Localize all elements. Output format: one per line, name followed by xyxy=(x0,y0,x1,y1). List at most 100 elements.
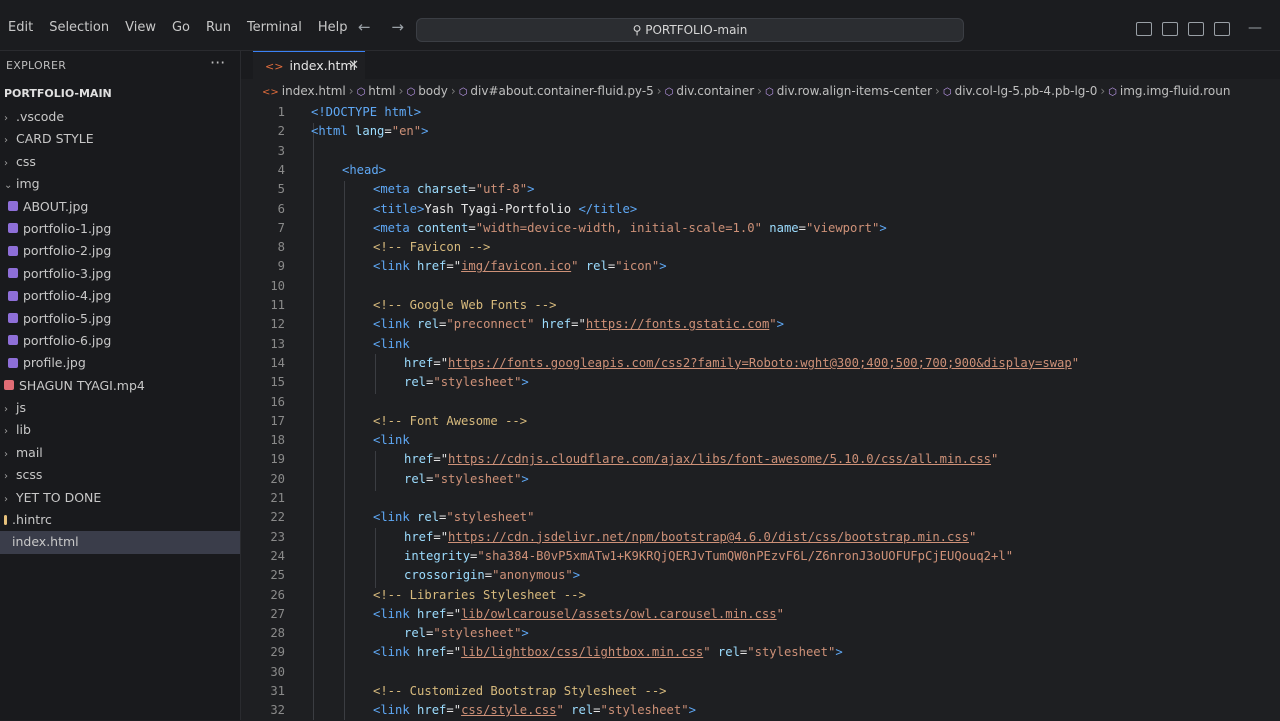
element-icon: ⬡ xyxy=(458,87,468,98)
code-text: <!-- Font Awesome --> xyxy=(373,412,527,431)
token-val: "stylesheet" xyxy=(433,626,522,641)
token-val: "icon" xyxy=(615,259,660,274)
token-tag: <link xyxy=(373,259,418,274)
tree-item[interactable]: portfolio-4.jpg xyxy=(0,285,240,307)
token-plain: = xyxy=(484,568,493,583)
tree-item-label: YET TO DONE xyxy=(16,489,102,505)
code-text: <!DOCTYPE html> xyxy=(311,103,421,122)
breadcrumb-item[interactable]: div.col-lg-5.pb-4.pb-lg-0 xyxy=(955,84,1098,98)
tree-item[interactable]: › js xyxy=(0,397,240,419)
breadcrumb-item[interactable]: div.row.align-items-center xyxy=(777,84,932,98)
customize-layout-icon[interactable] xyxy=(1214,22,1230,36)
code-text: <meta charset="utf-8"> xyxy=(373,180,534,199)
tree-item-label: portfolio-3.jpg xyxy=(23,265,112,281)
breadcrumb-item[interactable]: div#about.container-fluid.py-5 xyxy=(470,84,653,98)
token-url: https://cdnjs.cloudflare.com/ajax/libs/f… xyxy=(448,452,992,467)
tree-item[interactable]: .hintrc xyxy=(0,509,240,531)
line-number: 16 xyxy=(270,394,285,409)
forward-arrow-icon[interactable]: → xyxy=(391,18,404,36)
element-icon: ⬡ xyxy=(942,87,952,98)
tree-item[interactable]: › lib xyxy=(0,419,240,441)
breadcrumb-item[interactable]: index.html xyxy=(282,84,346,98)
line-number: 18 xyxy=(270,433,285,448)
more-actions-icon[interactable]: ··· xyxy=(210,53,225,72)
toggle-secondary-sidebar-icon[interactable] xyxy=(1188,22,1204,36)
token-tag: > xyxy=(659,259,667,274)
code-text: <title>Yash Tyagi-Portfolio </title> xyxy=(373,200,637,219)
token-attr: href xyxy=(404,355,434,370)
menu-help[interactable]: Help xyxy=(310,20,356,35)
menu-edit[interactable]: Edit xyxy=(0,20,41,35)
tree-item[interactable]: index.html xyxy=(0,531,240,554)
toggle-panel-icon[interactable] xyxy=(1162,22,1178,36)
line-number: 15 xyxy=(270,375,285,390)
tree-item[interactable]: › scss xyxy=(0,464,240,486)
menu-run[interactable]: Run xyxy=(198,20,239,35)
menu-selection[interactable]: Selection xyxy=(41,20,117,35)
tab-label: index.html xyxy=(289,58,357,73)
chevron-down-icon: ⌄ xyxy=(4,180,13,192)
tree-item[interactable]: › css xyxy=(0,151,240,173)
tree-item[interactable]: portfolio-3.jpg xyxy=(0,263,240,285)
chevron-right-icon: › xyxy=(4,113,8,124)
tree-item[interactable]: ⌄ img xyxy=(0,173,240,195)
tree-item-label: ABOUT.jpg xyxy=(23,198,89,214)
tree-item[interactable]: profile.jpg xyxy=(0,352,240,374)
back-arrow-icon[interactable]: ← xyxy=(358,18,371,36)
tree-item[interactable]: portfolio-5.jpg xyxy=(0,308,240,330)
token-attr: rel xyxy=(585,259,608,274)
token-attr: rel xyxy=(404,471,427,486)
workspace-root[interactable]: PORTFOLIO-MAIN xyxy=(4,87,112,100)
line-number: 24 xyxy=(270,548,285,563)
token-plain: =" xyxy=(446,645,462,660)
tab-index-html[interactable]: <> index.html ✕ xyxy=(253,51,365,80)
code-text: <!-- Google Web Fonts --> xyxy=(373,296,556,315)
breadcrumb-item[interactable]: div.container xyxy=(676,84,754,98)
token-val: "sha384-B0vP5xmATw1+K9KRQjQERJvTumQW0nPE… xyxy=(477,548,1014,563)
token-val: "anonymous" xyxy=(492,568,573,583)
tree-item-label: .vscode xyxy=(16,109,65,124)
line-number: 30 xyxy=(270,664,285,679)
tree-item[interactable]: SHAGUN TYAGI.mp4 xyxy=(0,375,240,397)
code-editor[interactable]: 1 <!DOCTYPE html> 2 <html lang="en"> 3 4 <head… xyxy=(241,103,1280,720)
tree-item[interactable]: › CARD STYLE xyxy=(0,128,240,150)
menu-view[interactable]: View xyxy=(117,20,164,35)
line-number: 1 xyxy=(277,105,285,119)
token-val: "stylesheet" xyxy=(433,471,522,486)
token-tag: > xyxy=(527,182,535,197)
breadcrumb-item[interactable]: html xyxy=(368,84,395,98)
command-center-search[interactable]: ⚲ PORTFOLIO-main xyxy=(416,18,964,42)
token-tag: <link xyxy=(373,433,410,448)
token-val: "en" xyxy=(391,124,422,139)
minimize-window-icon[interactable]: — xyxy=(1248,20,1262,36)
tree-item[interactable]: portfolio-6.jpg xyxy=(0,330,240,352)
token-tag: > xyxy=(521,626,529,641)
tree-item[interactable]: ABOUT.jpg xyxy=(0,196,240,218)
menu-terminal[interactable]: Terminal xyxy=(239,20,310,35)
image-file-icon xyxy=(8,290,18,301)
token-val: "width=device-width, initial-scale=1.0" xyxy=(475,220,762,235)
toggle-sidebar-icon[interactable] xyxy=(1136,22,1152,36)
token-cmt: <!-- Libraries Stylesheet --> xyxy=(373,587,586,602)
line-number: 19 xyxy=(270,452,285,467)
breadcrumb-item[interactable]: img.img-fluid.roun xyxy=(1120,84,1231,98)
token-val: "utf-8" xyxy=(475,182,528,197)
breadcrumb-item[interactable]: body xyxy=(418,84,448,98)
tree-item[interactable]: portfolio-2.jpg xyxy=(0,240,240,262)
tree-item-label: img xyxy=(16,176,40,192)
menu-go[interactable]: Go xyxy=(164,20,198,35)
token-val: " xyxy=(703,645,711,660)
tree-item[interactable]: › YET TO DONE xyxy=(0,487,240,509)
code-text: <!-- Libraries Stylesheet --> xyxy=(373,586,586,605)
close-tab-icon[interactable]: ✕ xyxy=(348,52,359,80)
token-val: " xyxy=(556,703,564,718)
image-file-icon xyxy=(8,245,18,256)
tree-item[interactable]: › .vscode xyxy=(0,106,240,128)
line-number: 12 xyxy=(270,317,285,332)
tree-item[interactable]: › mail xyxy=(0,442,240,464)
line-number: 10 xyxy=(270,278,285,293)
token-attr: lang xyxy=(355,124,385,139)
code-text: integrity="sha384-B0vP5xmATw1+K9KRQjQERJ… xyxy=(404,547,1013,566)
tree-item[interactable]: portfolio-1.jpg xyxy=(0,218,240,240)
